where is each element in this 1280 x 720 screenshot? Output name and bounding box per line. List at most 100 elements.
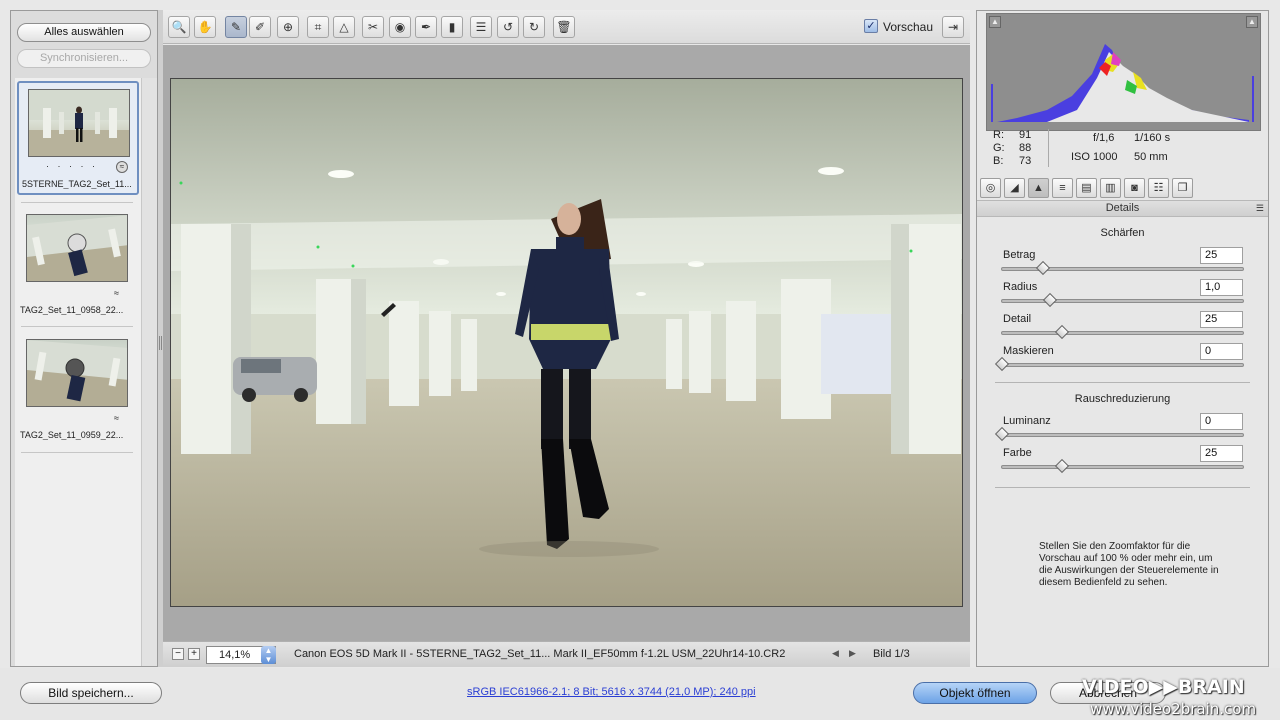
sharpen-section-title: Schärfen <box>1100 227 1145 239</box>
detail-tab-icon[interactable]: ▲ <box>1028 178 1049 198</box>
slider-value-field[interactable]: 0 <box>1200 413 1243 430</box>
watermark-logo: VIDEO▶▶BRAIN <box>1082 676 1245 698</box>
panel-title-bar: Details ☰ <box>977 200 1268 217</box>
readout-divider <box>1048 129 1049 167</box>
filmstrip-item[interactable]: · · · · · ≈ 5STERNE_TAG2_Set_11... <box>17 81 139 195</box>
fullscreen-toggle-icon[interactable]: ⇥ <box>942 16 964 38</box>
slider-thumb[interactable] <box>1055 324 1070 340</box>
image-counter: Bild 1/3 <box>873 648 910 660</box>
zoom-in-icon[interactable]: + <box>188 648 200 660</box>
red-value: 91 <box>1019 129 1032 141</box>
slider-track[interactable] <box>994 356 1244 372</box>
slider-track[interactable] <box>994 426 1244 442</box>
slider-value-field[interactable]: 25 <box>1200 445 1243 462</box>
lens-corrections-tab-icon[interactable]: ▥ <box>1100 178 1121 198</box>
slider-label: Luminanz <box>1003 415 1051 427</box>
slider-value-field[interactable]: 0 <box>1200 343 1243 360</box>
shadow-clipping-icon[interactable]: ▲ <box>989 16 1001 28</box>
panel-menu-icon[interactable]: ☰ <box>1256 201 1264 216</box>
straighten-tool-icon[interactable]: △ <box>333 16 355 38</box>
filmstrip-item[interactable]: ≈ TAG2_Set_11_0959_22... <box>17 333 139 443</box>
slider-thumb[interactable] <box>1035 260 1051 276</box>
filmstrip-item[interactable]: ≈ TAG2_Set_11_0958_22... <box>17 208 139 318</box>
histogram: ▲ ▲ <box>986 13 1261 131</box>
slider-track[interactable] <box>1001 260 1244 276</box>
hand-tool-icon[interactable]: ✋ <box>194 16 216 38</box>
basic-tab-icon[interactable]: ◎ <box>980 178 1001 198</box>
tone-curve-tab-icon[interactable]: ◢ <box>1004 178 1025 198</box>
adjustment-brush-icon[interactable]: ✒ <box>415 16 437 38</box>
zoom-hint-text: Stellen Sie den Zoomfaktor für die Vorsc… <box>1039 541 1219 588</box>
shutter-readout: 1/160 s <box>1134 132 1171 144</box>
file-info-text: Canon EOS 5D Mark II - 5STERNE_TAG2_Set_… <box>294 648 786 660</box>
rotate-right-icon[interactable]: ↻ <box>523 16 545 38</box>
workflow-options-link[interactable]: sRGB IEC61966-2.1; 8 Bit; 5616 x 3744 (2… <box>467 686 756 698</box>
slider-label: Farbe <box>1003 447 1032 459</box>
select-all-button[interactable]: Alles auswählen <box>17 23 151 42</box>
noise-reduction-section-title: Rauschreduzierung <box>1074 393 1171 405</box>
green-label: G: <box>993 142 1005 154</box>
image-preview-area[interactable] <box>163 45 970 641</box>
red-eye-tool-icon[interactable]: ◉ <box>389 16 411 38</box>
slider-value-field[interactable]: 25 <box>1200 311 1243 328</box>
watermark-url: www.video2brain.com <box>1090 700 1257 718</box>
highlight-clipping-icon[interactable]: ▲ <box>1246 16 1258 28</box>
save-image-button[interactable]: Bild speichern... <box>20 682 162 704</box>
crop-tool-icon[interactable]: ⌗ <box>307 16 329 38</box>
photo-preview[interactable] <box>170 78 963 607</box>
slider-label: Maskieren <box>1003 345 1054 357</box>
rotate-left-icon[interactable]: ↺ <box>497 16 519 38</box>
blue-label: B: <box>993 155 1004 167</box>
presets-tab-icon[interactable]: ☷ <box>1148 178 1169 198</box>
slider-track[interactable] <box>1001 324 1244 340</box>
synchronize-button[interactable]: Synchronisieren... <box>17 49 151 68</box>
preview-label: Vorschau <box>883 20 934 34</box>
graduated-filter-icon[interactable]: ▮ <box>441 16 463 38</box>
next-image-icon[interactable]: ▶ <box>849 648 856 659</box>
previous-image-icon[interactable]: ◀ <box>832 648 839 659</box>
thumbnail-divider <box>21 202 133 203</box>
filmstrip-list: · · · · · ≈ 5STERNE_TAG2_Set_11... ≈ TAG… <box>15 78 141 666</box>
slider-label: Betrag <box>1003 249 1036 261</box>
camera-calibration-tab-icon[interactable]: ◙ <box>1124 178 1145 198</box>
slider-value-field[interactable]: 1,0 <box>1200 279 1243 296</box>
thumbnail-caption: TAG2_Set_11_0959_22... <box>20 430 124 440</box>
iso-readout: ISO 1000 <box>1071 151 1118 163</box>
zoom-out-icon[interactable]: − <box>172 648 184 660</box>
thumbnail-image <box>26 214 128 282</box>
adjustment-panel: ▲ ▲ R: 91 G: 88 B: 73 f/1,6 1/160 s ISO … <box>976 10 1269 667</box>
preview-checkbox[interactable]: ✓ <box>864 19 878 33</box>
hsl-tab-icon[interactable]: ≡ <box>1052 178 1073 198</box>
adjustments-badge-icon: ≈ <box>116 161 128 173</box>
red-label: R: <box>993 129 1004 141</box>
trash-icon[interactable]: 🗑 <box>553 16 575 38</box>
zoom-tool-icon[interactable]: 🔍 <box>168 16 190 38</box>
filmstrip-scrollbar[interactable] <box>141 78 157 666</box>
green-value: 88 <box>1019 142 1032 154</box>
slider-track[interactable] <box>1001 292 1244 308</box>
split-toning-tab-icon[interactable]: ▤ <box>1076 178 1097 198</box>
white-balance-tool-icon[interactable]: ✎ <box>225 16 247 38</box>
slider-label: Radius <box>1003 281 1038 293</box>
spot-removal-tool-icon[interactable]: ✂ <box>362 16 384 38</box>
open-object-button[interactable]: Objekt öffnen <box>913 682 1037 704</box>
aperture-readout: f/1,6 <box>1093 132 1115 144</box>
thumbnail-caption: 5STERNE_TAG2_Set_11... <box>22 179 132 189</box>
slider-thumb[interactable] <box>1043 292 1058 308</box>
thumbnail-divider <box>21 452 133 453</box>
splitter-grip-icon <box>159 336 162 350</box>
snapshots-tab-icon[interactable]: ❐ <box>1172 178 1193 198</box>
slider-thumb[interactable] <box>994 356 1010 372</box>
slider-thumb[interactable] <box>1055 458 1070 474</box>
targeted-adjustment-tool-icon[interactable]: ⊕ <box>277 16 299 38</box>
slider-track[interactable] <box>1001 458 1244 474</box>
panel-title: Details <box>1105 202 1140 214</box>
thumbnail-image <box>28 89 130 157</box>
preferences-icon[interactable]: ☰ <box>470 16 492 38</box>
slider-value-field[interactable]: 25 <box>1200 247 1243 264</box>
adjustments-badge-icon: ≈ <box>114 413 119 423</box>
zoom-stepper-icon[interactable]: ▲ ▼ <box>261 646 276 664</box>
status-bar: − + 14,1% ▲ ▼ Canon EOS 5D Mark II - 5STE… <box>163 641 970 667</box>
color-sampler-tool-icon[interactable]: ✐ <box>249 16 271 38</box>
slider-thumb[interactable] <box>994 426 1010 442</box>
